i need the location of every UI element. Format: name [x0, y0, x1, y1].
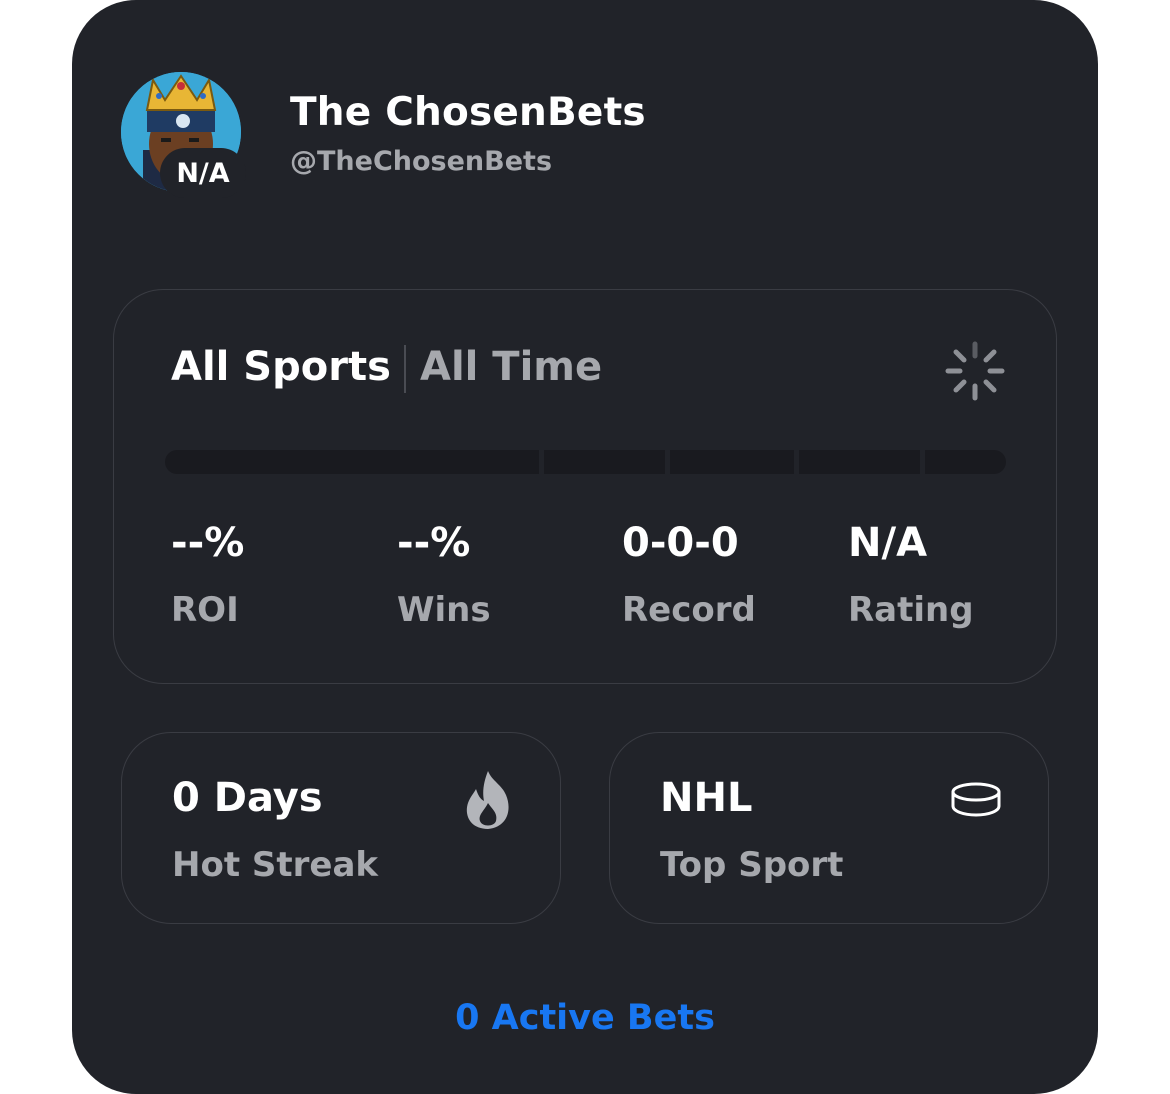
display-name: The ChosenBets [290, 90, 646, 135]
stat-record: 0-0-0 Record [622, 520, 756, 630]
stat-wins: --% Wins [397, 520, 491, 630]
top-sport-tile[interactable]: NHL Top Sport [609, 732, 1049, 924]
active-bets-link[interactable]: 0 Active Bets [72, 998, 1098, 1038]
streak-value: 0 Days [172, 775, 323, 821]
rating-badge: N/A [160, 148, 246, 198]
profile-card: N/A The ChosenBets @TheChosenBets All Sp… [72, 0, 1098, 1094]
stat-label: Record [622, 590, 756, 630]
spinner-icon[interactable] [944, 340, 1006, 402]
stat-label: ROI [171, 590, 239, 630]
stat-label: Rating [848, 590, 974, 630]
results-bar [165, 450, 1006, 474]
stat-label: Wins [397, 590, 491, 630]
user-handle: @TheChosenBets [290, 146, 553, 177]
results-bar-segment [165, 450, 539, 474]
hockey-puck-icon [950, 781, 1002, 823]
sport-filter[interactable]: All Sports [171, 344, 391, 390]
flame-icon [462, 769, 514, 835]
stat-rating: N/A Rating [848, 520, 974, 630]
stat-roi: --% ROI [171, 520, 244, 630]
results-bar-segment [925, 450, 1006, 474]
stat-value: --% [171, 520, 245, 566]
results-bar-segment [544, 450, 665, 474]
stats-panel: All Sports All Time --% ROI --% Wins 0-0… [113, 289, 1057, 684]
results-bar-segment [670, 450, 794, 474]
results-bar-segment [799, 450, 920, 474]
stat-value: N/A [848, 520, 928, 566]
stat-value: 0-0-0 [622, 520, 739, 566]
hot-streak-tile[interactable]: 0 Days Hot Streak [121, 732, 561, 924]
top-sport-value: NHL [660, 775, 753, 821]
stat-value: --% [397, 520, 471, 566]
streak-label: Hot Streak [172, 845, 379, 885]
filter-divider [404, 345, 406, 393]
top-sport-label: Top Sport [660, 845, 844, 885]
time-filter[interactable]: All Time [420, 344, 602, 390]
